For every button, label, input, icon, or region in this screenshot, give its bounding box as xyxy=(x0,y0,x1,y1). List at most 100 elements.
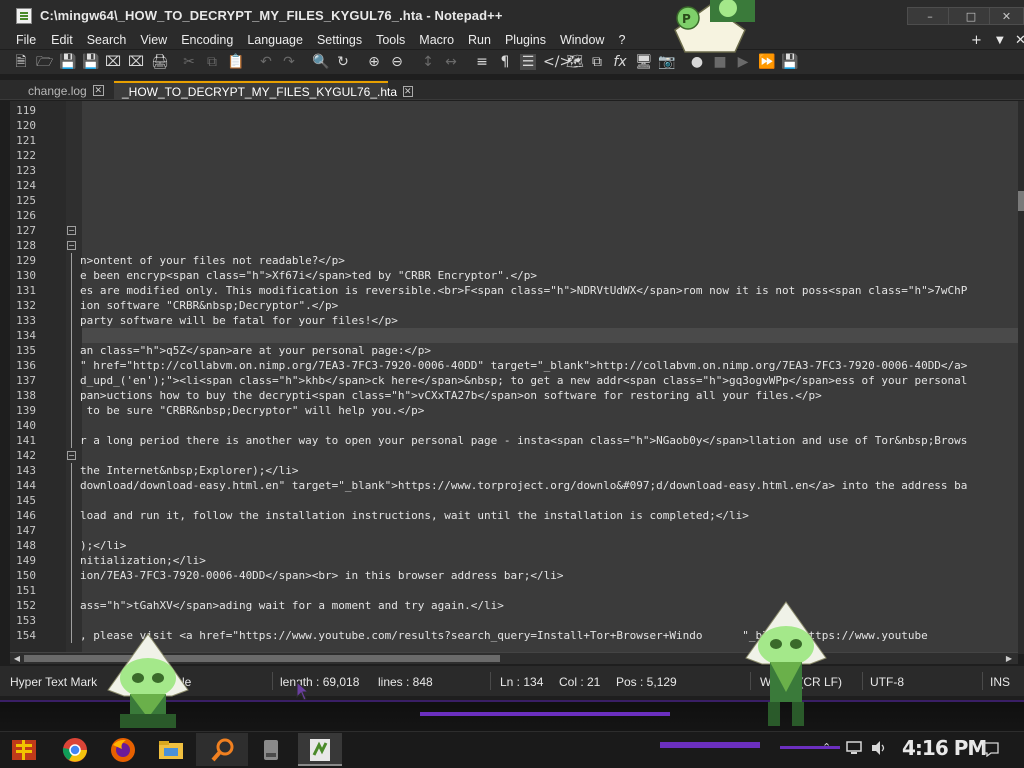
new-file-icon[interactable]: 🗎 xyxy=(13,54,29,70)
editor-line[interactable]: 128 xyxy=(10,238,1018,253)
editor-line[interactable]: 153 xyxy=(10,613,1018,628)
editor-line[interactable]: 143 the Internet&nbsp;Explorer);</li> xyxy=(10,463,1018,478)
editor-line[interactable]: 136 " href="http://collabvm.on.nimp.org/7… xyxy=(10,358,1018,373)
menu-edit[interactable]: Edit xyxy=(51,33,73,47)
close-file-icon[interactable]: ⌧ xyxy=(105,54,121,70)
notepadpp-taskbar-icon[interactable] xyxy=(305,735,335,765)
start-button-icon[interactable] xyxy=(10,735,40,765)
tab-decrypt-hta[interactable]: _HOW_TO_DECRYPT_MY_FILES_KYGUL76_.hta ✕ xyxy=(114,81,413,100)
save-all-icon[interactable]: 💾 xyxy=(82,54,99,70)
show-all-characters-icon[interactable]: ¶ xyxy=(497,54,513,70)
function-list-icon[interactable]: fx xyxy=(612,54,628,70)
vertical-scrollbar-thumb[interactable] xyxy=(1018,191,1024,211)
editor-line[interactable]: 144 download/download-easy.html.en" targe… xyxy=(10,478,1018,493)
close-tab-icon[interactable]: ✕ xyxy=(1015,31,1024,49)
editor-area[interactable]: 119 120 121 122 123 124 125 126 127 128 129 n>onten… xyxy=(10,101,1018,654)
editor-line[interactable]: 125 xyxy=(10,193,1018,208)
editor-line[interactable]: 145 xyxy=(10,493,1018,508)
menu-encoding[interactable]: Encoding xyxy=(181,33,233,47)
editor-line[interactable]: 139 to be sure "CRBR&nbsp;Decryptor" wil… xyxy=(10,403,1018,418)
zoom-out-icon[interactable]: ⊖ xyxy=(389,54,405,70)
scroll-left-arrow-icon[interactable]: ◀ xyxy=(12,654,22,664)
fold-toggle-icon[interactable]: − xyxy=(67,226,76,235)
tab-close-icon[interactable]: ✕ xyxy=(92,85,104,96)
record-macro-icon[interactable]: ● xyxy=(689,54,705,70)
editor-line[interactable]: 129 n>ontent of your files not readable?<… xyxy=(10,253,1018,268)
menu-run[interactable]: Run xyxy=(468,33,491,47)
menu-view[interactable]: View xyxy=(140,33,167,47)
fold-toggle-icon[interactable]: − xyxy=(67,241,76,250)
cut-icon[interactable]: ✂ xyxy=(181,54,197,70)
editor-line[interactable]: 131 es are modified only. This modificati… xyxy=(10,283,1018,298)
editor-line[interactable]: 135 an class="h">q5Z</span>are at your pe… xyxy=(10,343,1018,358)
editor-line[interactable]: 141 r a long period there is another way … xyxy=(10,433,1018,448)
close-all-icon[interactable]: ⌧ xyxy=(128,54,144,70)
open-file-icon[interactable]: 🗁 xyxy=(36,54,53,70)
editor-line[interactable]: 150 ion/7EA3-7FC3-7920-0006-40DD</span><b… xyxy=(10,568,1018,583)
monitoring-icon[interactable]: 📷 xyxy=(658,54,675,70)
volume-icon[interactable] xyxy=(870,740,888,756)
editor-line[interactable]: 142 xyxy=(10,448,1018,463)
sync-vertical-icon[interactable]: ↕ xyxy=(420,54,436,70)
editor-line[interactable]: 146 load and run it, follow the installat… xyxy=(10,508,1018,523)
folder-as-workspace-icon[interactable]: 🖥 xyxy=(635,54,653,70)
editor-line[interactable]: 138 pan>uctions how to buy the decrypti<s… xyxy=(10,388,1018,403)
language-markup-icon[interactable]: </> xyxy=(543,54,571,70)
maximize-button[interactable]: □ xyxy=(948,7,994,25)
editor-line[interactable]: 137 d_upd_('en');"><li<span class="h">khb… xyxy=(10,373,1018,388)
menu-help[interactable]: ? xyxy=(618,33,625,47)
print-icon[interactable]: 🖨 xyxy=(151,54,169,70)
editor-line[interactable]: 134 xyxy=(10,328,1018,343)
editor-line[interactable]: 132 ion software "CRBR&nbsp;Decryptor".</… xyxy=(10,298,1018,313)
document-list-icon[interactable]: ⧉ xyxy=(589,54,605,70)
editor-line[interactable]: 152 ass="h">tGahXV</span>ading wait for a… xyxy=(10,598,1018,613)
find-icon[interactable]: 🔍 xyxy=(312,54,329,70)
editor-line[interactable]: 151 xyxy=(10,583,1018,598)
menu-macro[interactable]: Macro xyxy=(419,33,454,47)
editor-line[interactable]: 149 nitialization;</li> xyxy=(10,553,1018,568)
menu-plugins[interactable]: Plugins xyxy=(505,33,546,47)
minimize-button[interactable]: – xyxy=(907,7,953,25)
redo-icon[interactable]: ↷ xyxy=(281,54,297,70)
editor-line[interactable]: 126 xyxy=(10,208,1018,223)
network-icon[interactable] xyxy=(846,741,862,755)
editor-line[interactable]: 120 xyxy=(10,118,1018,133)
tab-change-log[interactable]: change.log ✕ xyxy=(20,81,104,100)
menu-window[interactable]: Window xyxy=(560,33,604,47)
save-icon[interactable]: 💾 xyxy=(59,54,76,70)
close-window-button[interactable]: ✕ xyxy=(989,7,1024,25)
scroll-right-arrow-icon[interactable]: ▶ xyxy=(1004,654,1014,664)
menu-file[interactable]: File xyxy=(16,33,36,47)
new-tab-plus-button[interactable]: + xyxy=(971,31,982,49)
editor-line[interactable]: 119 xyxy=(10,103,1018,118)
replace-icon[interactable]: ↻ xyxy=(335,54,351,70)
play-macro-icon[interactable]: ▶ xyxy=(735,54,751,70)
menu-search[interactable]: Search xyxy=(87,33,127,47)
chrome-icon[interactable] xyxy=(60,735,90,765)
menu-settings[interactable]: Settings xyxy=(317,33,362,47)
editor-line[interactable]: 127 xyxy=(10,223,1018,238)
editor-line[interactable]: 130 e been encryp<span class="h">Xf67i</s… xyxy=(10,268,1018,283)
fold-toggle-icon[interactable]: − xyxy=(67,451,76,460)
taskbar-clock[interactable]: 4:16 PM xyxy=(902,736,987,760)
tab-list-dropdown-icon[interactable]: ▼ xyxy=(996,31,1004,49)
tray-expand-icon[interactable]: ⌃ xyxy=(822,741,831,754)
sync-horizontal-icon[interactable]: ↔ xyxy=(443,54,459,70)
editor-line[interactable]: 121 xyxy=(10,133,1018,148)
search-icon[interactable] xyxy=(208,735,238,765)
editor-line[interactable]: 133 party software will be fatal for your… xyxy=(10,313,1018,328)
editor-line[interactable]: 124 xyxy=(10,178,1018,193)
editor-line[interactable]: 140 xyxy=(10,418,1018,433)
editor-line[interactable]: 148);</li> xyxy=(10,538,1018,553)
zoom-in-icon[interactable]: ⊕ xyxy=(366,54,382,70)
notification-center-icon[interactable] xyxy=(983,741,999,757)
save-macro-icon[interactable]: 💾 xyxy=(781,54,798,70)
vertical-scrollbar[interactable] xyxy=(1018,101,1024,654)
menu-language[interactable]: Language xyxy=(247,33,303,47)
editor-line[interactable]: 122 xyxy=(10,148,1018,163)
indent-guide-icon[interactable]: ☰ xyxy=(520,54,536,70)
word-wrap-icon[interactable]: ≡ xyxy=(474,54,490,70)
editor-line[interactable]: 123 xyxy=(10,163,1018,178)
stop-macro-icon[interactable]: ■ xyxy=(712,54,728,70)
drive-app-icon[interactable] xyxy=(256,735,286,765)
